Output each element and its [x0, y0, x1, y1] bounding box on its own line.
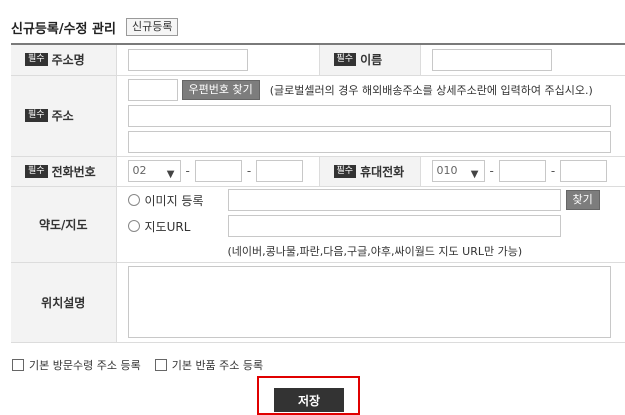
required-badge: 필수 [333, 53, 357, 67]
dash: - [489, 164, 494, 178]
dash: - [185, 164, 190, 178]
default-return-option[interactable]: 기본 반품 주소 등록 [154, 357, 264, 373]
map-url-input[interactable] [227, 215, 561, 237]
default-visit-checkbox[interactable] [12, 359, 24, 371]
location-input-cell [115, 261, 625, 343]
title-bar: 신규등록/수정 관리 신규등록 [11, 17, 179, 37]
default-visit-option[interactable]: 기본 방문수령 주소 등록 [12, 357, 141, 373]
dash: - [246, 164, 252, 178]
name-input-cell [115, 43, 320, 76]
recipient-label-cell: 필수 이름 [318, 43, 421, 76]
address-form-table: 필수 주소명 필수 이름 필수 주소 우편번호 찾기 (글로벌셀러의 경우 해외배송주… [11, 43, 625, 343]
phone-prefix-select[interactable]: 02 ▼ [127, 160, 181, 182]
location-description-textarea[interactable] [127, 266, 611, 338]
recipient-input-cell [419, 43, 625, 76]
phone-inputs-cell: 02 ▼ - - [115, 155, 320, 187]
location-label-cell: 위치설명 [11, 261, 117, 343]
mobile-prefix-select[interactable]: 010 ▼ [431, 160, 485, 182]
recipient-label: 이름 [360, 53, 383, 68]
address-name-input[interactable] [127, 48, 248, 71]
name-label-cell: 필수 주소명 [11, 43, 117, 76]
phone-label: 전화번호 [51, 164, 96, 179]
page-title: 신규등록/수정 관리 [11, 21, 116, 37]
zipcode-input[interactable] [127, 78, 178, 101]
dash: - [550, 164, 556, 178]
default-return-checkbox[interactable] [154, 359, 167, 371]
address-label: 주소 [51, 109, 74, 123]
zipcode-search-button[interactable]: 우편번호 찾기 [181, 79, 260, 100]
map-image-radio[interactable] [127, 194, 140, 206]
save-button[interactable]: 저장 [274, 388, 344, 412]
required-badge: 필수 [25, 53, 48, 67]
mobile-label-cell: 필수 휴대전화 [318, 155, 421, 187]
required-badge: 필수 [333, 164, 357, 178]
chevron-down-icon: ▼ [166, 169, 175, 180]
mobile-last-input[interactable] [560, 160, 608, 182]
recipient-name-input[interactable] [431, 48, 552, 71]
phone-middle-input[interactable] [194, 160, 242, 182]
mobile-label: 휴대전화 [360, 164, 405, 179]
mobile-inputs-cell: 010 ▼ - - [419, 155, 625, 187]
default-visit-label: 기본 방문수령 주소 등록 [29, 359, 141, 372]
map-image-input[interactable] [227, 189, 561, 211]
find-file-button[interactable]: 찾기 [565, 190, 600, 210]
required-badge: 필수 [25, 109, 48, 122]
default-options: 기본 방문수령 주소 등록 기본 반품 주소 등록 [12, 357, 277, 373]
name-label: 주소명 [51, 53, 85, 68]
address-line1-input[interactable] [127, 104, 611, 127]
map-label-cell: 약도/지도 [11, 185, 117, 263]
phone-label-cell: 필수 전화번호 [11, 155, 117, 187]
address-inputs-cell: 우편번호 찾기 (글로벌셀러의 경우 해외배송주소를 상세주소란에 입력하여 주… [115, 74, 625, 157]
map-note: (네이버,콩나물,파란,다음,구글,야후,싸이월드 지도 URL만 가능) [227, 245, 523, 258]
map-label: 약도/지도 [38, 217, 88, 232]
address-note: (글로벌셀러의 경우 해외배송주소를 상세주소란에 입력하여 주십시오.) [269, 83, 593, 97]
map-url-radio[interactable] [127, 220, 140, 232]
map-inputs-cell: 이미지 등록 찾기 지도URL (네이버,콩나물,파란,다음,구글,야후,싸이월… [115, 185, 625, 263]
location-label: 위치설명 [41, 295, 86, 310]
map-image-label: 이미지 등록 [144, 193, 204, 208]
default-return-label: 기본 반품 주소 등록 [171, 359, 264, 372]
new-register-button[interactable]: 신규등록 [125, 18, 179, 36]
address-label-cell: 필수 주소 [11, 74, 117, 157]
map-url-label: 지도URL [144, 219, 191, 234]
required-badge: 필수 [25, 164, 48, 178]
chevron-down-icon: ▼ [470, 169, 479, 180]
mobile-middle-input[interactable] [498, 160, 546, 182]
phone-last-input[interactable] [256, 160, 304, 182]
address-line2-input[interactable] [127, 130, 611, 153]
